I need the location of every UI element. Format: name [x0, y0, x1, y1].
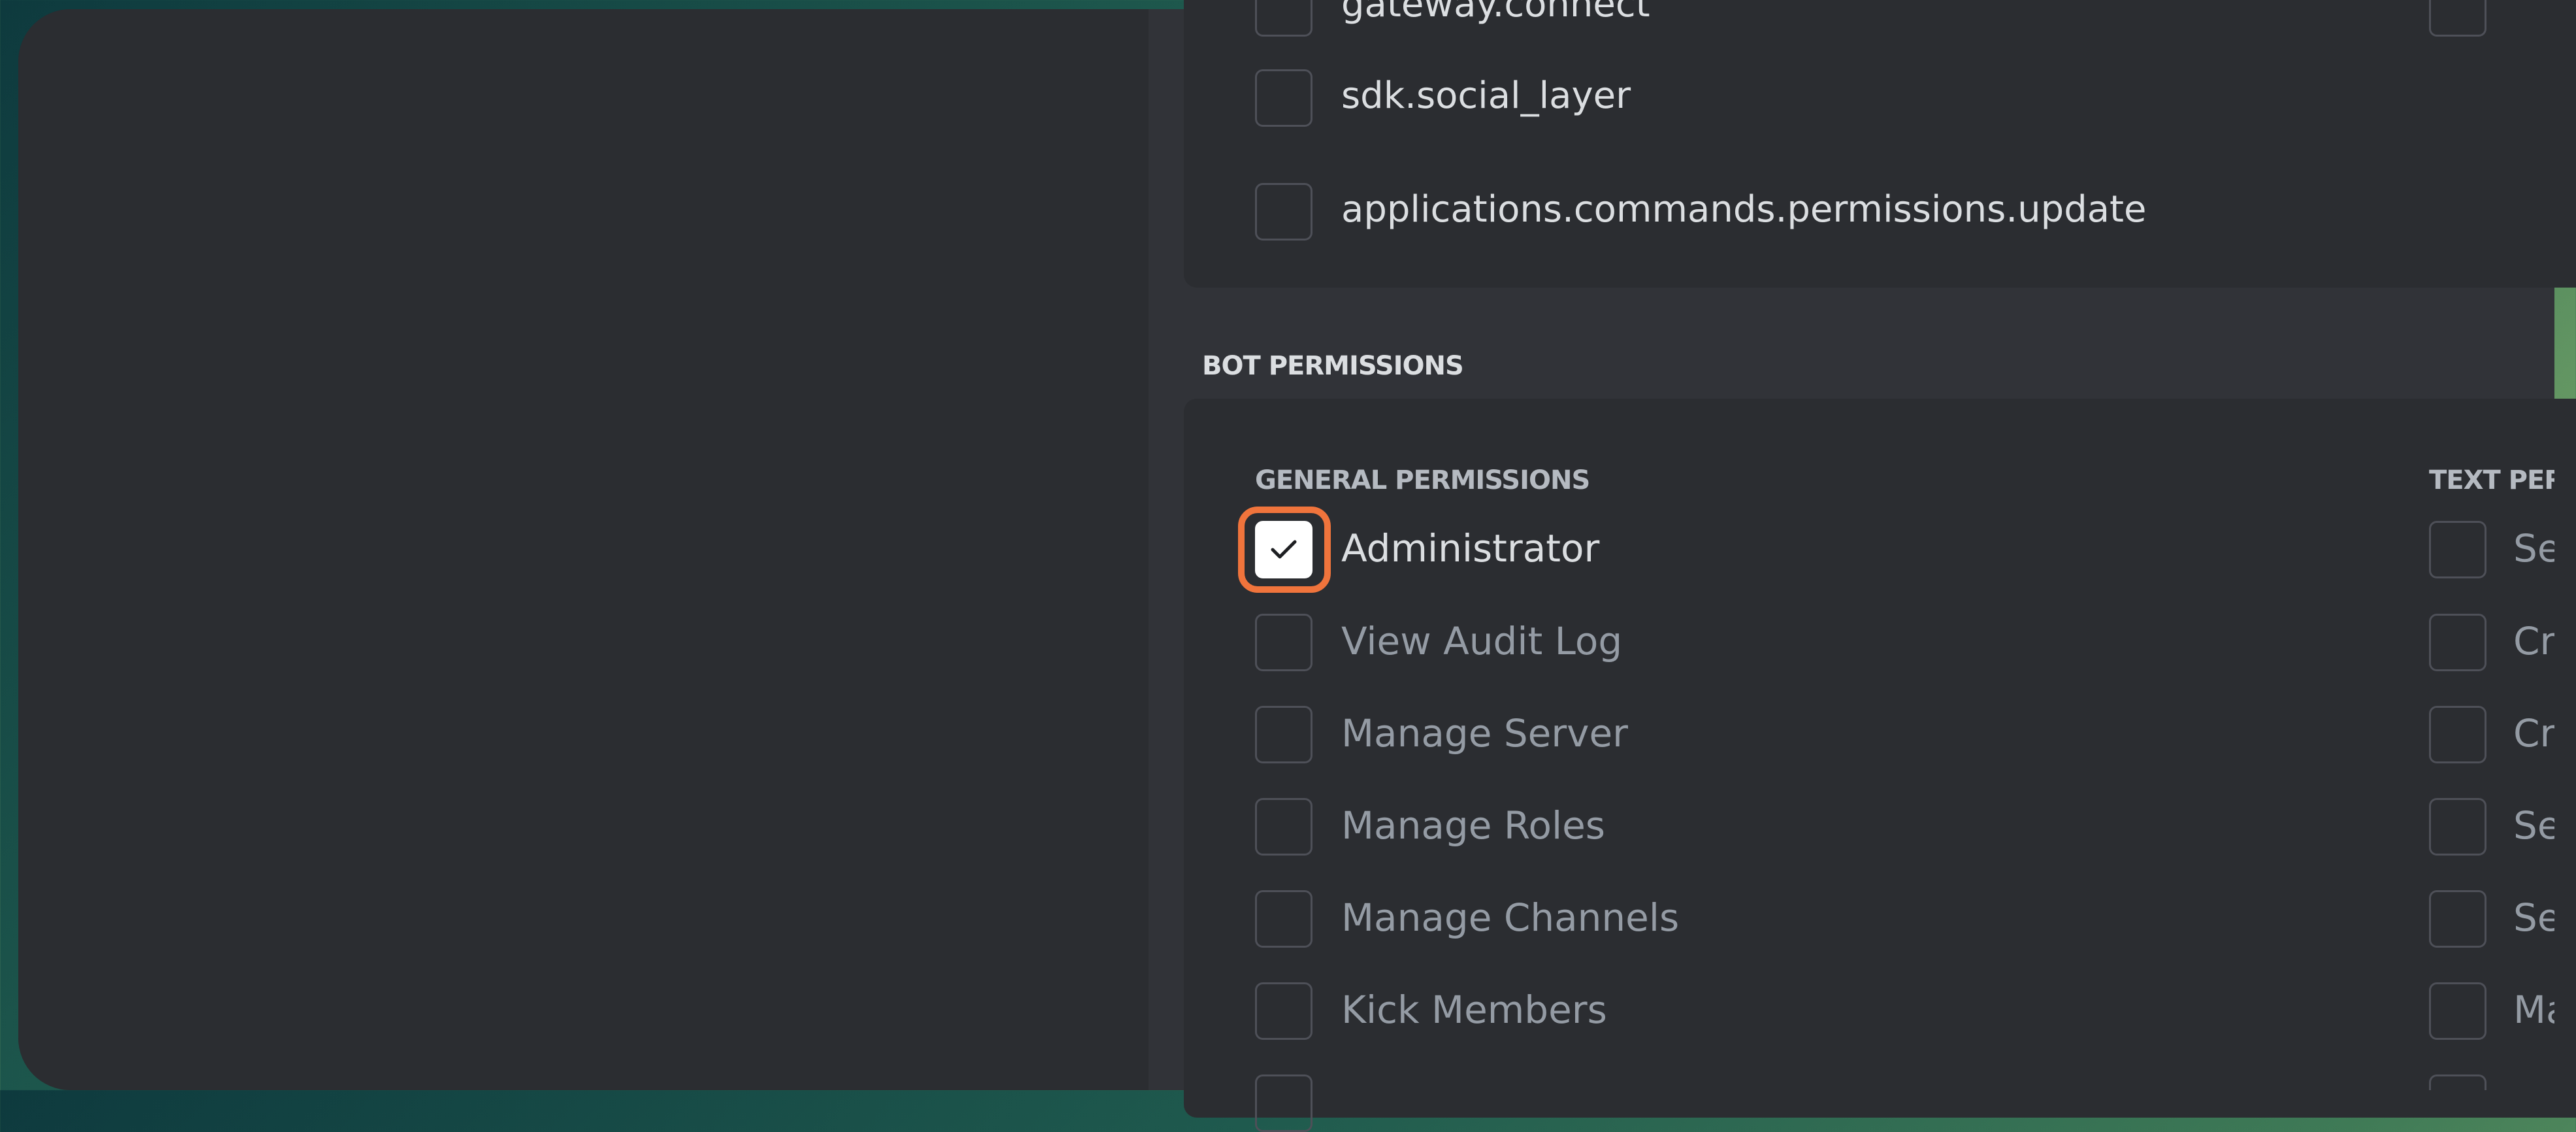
checkmark-icon	[1257, 523, 1311, 576]
general-permissions-heading: GENERAL PERMISSIONS	[1255, 465, 1590, 495]
scope-label-commands-permissions-update: applications.commands.permissions.update	[1341, 188, 2147, 231]
manage-server-label: Manage Server	[1341, 711, 1629, 756]
view-audit-log-checkbox[interactable]	[1255, 614, 1312, 671]
kick-members-checkbox[interactable]	[1255, 982, 1312, 1040]
scope-label-gateway-connect: gateway.connect	[1341, 0, 1650, 25]
scopes-card	[1184, 0, 2576, 288]
create-private-threads-label: Create Private Threads	[2513, 711, 2554, 756]
create-public-threads-checkbox[interactable]	[2429, 614, 2486, 671]
send-messages-in-threads-checkbox[interactable]	[2429, 798, 2486, 856]
manage-channels-checkbox[interactable]	[1255, 890, 1312, 948]
manage-channels-label: Manage Channels	[1341, 895, 1680, 940]
administrator-label: Administrator	[1341, 526, 1600, 571]
create-public-threads-label: Create Public Threads	[2513, 619, 2554, 663]
text-permissions-heading: TEXT PERMISSIONS	[2429, 465, 2554, 495]
scope-checkbox-gateway-connect[interactable]	[1255, 0, 1312, 37]
scope-checkbox-commands-permissions-update[interactable]	[1255, 183, 1312, 241]
send-tts-messages-checkbox[interactable]	[2429, 890, 2486, 948]
administrator-checkbox[interactable]	[1255, 521, 1312, 578]
send-tts-messages-label: Send TTS Messages	[2513, 895, 2554, 940]
manage-server-checkbox[interactable]	[1255, 706, 1312, 763]
manage-messages-checkbox[interactable]	[2429, 982, 2486, 1040]
view-audit-log-label: View Audit Log	[1341, 619, 1623, 663]
scope-label-sdk-social-layer: sdk.social_layer	[1341, 75, 1631, 117]
send-messages-checkbox[interactable]	[2429, 521, 2486, 578]
text-permissions-column: TEXT PERMISSIONS Send Messages Create Pu…	[2417, 0, 2554, 1090]
next-text-checkbox-partial[interactable]	[2429, 1074, 2486, 1090]
bot-permissions-heading: BOT PERMISSIONS	[1202, 351, 1464, 381]
manage-roles-checkbox[interactable]	[1255, 798, 1312, 856]
manage-messages-label: Manage Messages	[2513, 988, 2554, 1032]
next-general-checkbox-partial[interactable]	[1255, 1074, 1312, 1132]
kick-members-label: Kick Members	[1341, 988, 1607, 1032]
send-messages-in-threads-label: Send Messages in Threads	[2513, 803, 2554, 848]
sidebar-pane	[18, 9, 1149, 1090]
send-messages-label: Send Messages	[2513, 526, 2554, 571]
manage-roles-label: Manage Roles	[1341, 803, 1606, 848]
scope-checkbox-sdk-social-layer[interactable]	[1255, 69, 1312, 127]
create-private-threads-checkbox[interactable]	[2429, 706, 2486, 763]
